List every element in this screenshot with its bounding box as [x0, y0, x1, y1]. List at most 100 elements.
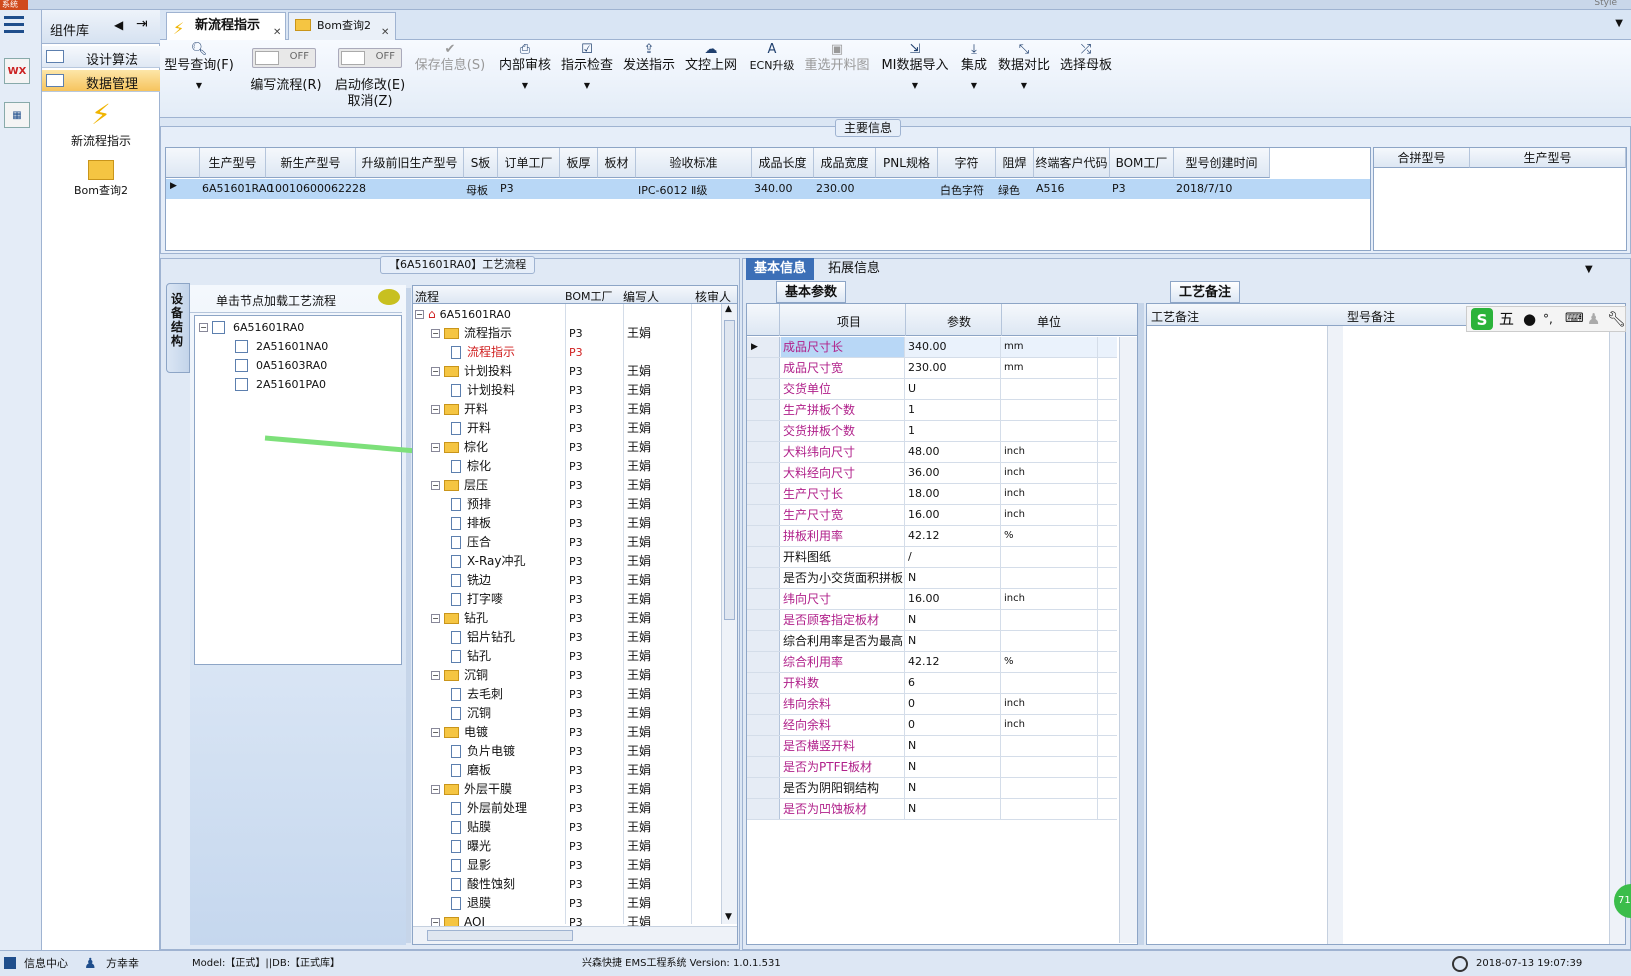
keyboard-icon[interactable]: ⌨ — [1565, 307, 1584, 331]
param-value[interactable]: N — [906, 757, 1001, 777]
process-node[interactable]: − 钻孔 — [431, 609, 488, 628]
param-value[interactable]: N — [906, 568, 1001, 588]
sogou-icon[interactable]: S — [1471, 308, 1493, 330]
param-row[interactable]: 是否为阴阳铜结构 N — [747, 778, 1117, 799]
param-value[interactable]: 1 — [906, 400, 1001, 420]
ecn-upgrade-button[interactable]: A ECN升级 — [744, 42, 800, 74]
process-node[interactable]: − 流程指示 — [431, 324, 512, 343]
process-node[interactable]: 退膜 — [451, 894, 491, 913]
bom-query-item[interactable]: Bom查询2 — [42, 156, 160, 198]
param-value[interactable]: 0 — [906, 715, 1001, 735]
main-info-row[interactable]: ▶ 6A51601RA0 10010600062228 母板 P3 IPC-6012 Ⅱ… — [166, 179, 1370, 199]
param-value[interactable]: 36.00 — [906, 463, 1001, 483]
process-node[interactable]: 负片电镀 — [451, 742, 515, 761]
param-value[interactable]: 6 — [906, 673, 1001, 693]
process-node[interactable]: X-Ray冲孔 — [451, 552, 525, 571]
process-node[interactable]: 排板 — [451, 514, 491, 533]
ime-mode[interactable]: 五 — [1499, 307, 1514, 331]
param-row[interactable]: 大料经向尺寸 36.00 inch — [747, 463, 1117, 484]
vertical-scrollbar[interactable]: ▲ ▼ — [721, 304, 737, 924]
process-root-node[interactable]: − ⌂ 6A51601RA0 — [415, 305, 511, 324]
tab-process-notes[interactable]: 工艺备注 — [1170, 281, 1241, 303]
param-row[interactable]: ▶ 成品尺寸长 340.00 mm — [747, 337, 1117, 358]
tab-extended-info[interactable]: 拓展信息 — [820, 258, 888, 280]
splitter[interactable] — [406, 288, 411, 943]
tab-basic-params[interactable]: 基本参数 — [776, 281, 847, 303]
param-value[interactable]: 230.00 — [906, 358, 1001, 378]
splitter[interactable] — [1138, 303, 1144, 945]
param-row[interactable]: 纬向尺寸 16.00 inch — [747, 589, 1117, 610]
process-node[interactable]: 开料 — [451, 419, 491, 438]
start-modify-toggle[interactable]: OFF — [338, 48, 402, 68]
param-value[interactable]: N — [906, 631, 1001, 651]
tab-new-flow[interactable]: ⚡ 新流程指示 ✕ — [166, 12, 286, 40]
process-node[interactable]: 流程指示 — [451, 343, 515, 362]
grid-icon[interactable] — [4, 957, 16, 969]
process-node[interactable]: 计划投料 — [451, 381, 515, 400]
process-node[interactable]: − 沉铜 — [431, 666, 488, 685]
chevron-down-icon[interactable]: ▼ — [1615, 18, 1623, 29]
param-value[interactable]: 16.00 — [906, 505, 1001, 525]
param-row[interactable]: 成品尺寸宽 230.00 mm — [747, 358, 1117, 379]
instruct-check-button[interactable]: ☑ 指示检查 ▼ — [558, 42, 616, 94]
pin-icon[interactable]: ⇥ — [136, 16, 148, 32]
internal-review-button[interactable]: ⎙ 内部审核 ▼ — [496, 42, 554, 94]
param-value[interactable]: 0 — [906, 694, 1001, 714]
param-value[interactable]: 42.12 — [906, 652, 1001, 672]
new-flow-item[interactable]: ⚡ 新流程指示 — [42, 98, 160, 149]
horizontal-scrollbar[interactable] — [413, 926, 737, 944]
chevron-down-icon[interactable]: ▼ — [1585, 264, 1593, 275]
param-row[interactable]: 交货拼板个数 1 — [747, 421, 1117, 442]
param-row[interactable]: 综合利用率是否为最高 N — [747, 631, 1117, 652]
write-flow-toggle[interactable]: OFF — [252, 48, 316, 68]
param-row[interactable]: 生产尺寸长 18.00 inch — [747, 484, 1117, 505]
param-value[interactable]: / — [906, 547, 1001, 567]
wrench-icon[interactable]: 🔧︎ — [1607, 307, 1626, 331]
info-center-link[interactable]: 信息中心 — [24, 951, 68, 976]
process-node[interactable]: − 电镀 — [431, 723, 488, 742]
model-query-button[interactable]: 🔍︎ 型号查询(F) ▼ — [164, 42, 234, 94]
process-node[interactable]: 压合 — [451, 533, 491, 552]
param-row[interactable]: 是否横竖开料 N — [747, 736, 1117, 757]
style-label[interactable]: Style — [1594, 0, 1617, 8]
device-structure-tab[interactable]: 设备结构 — [166, 283, 190, 373]
process-node[interactable]: 打字嘜 — [451, 590, 503, 609]
vertical-scrollbar[interactable] — [1327, 326, 1343, 944]
process-node[interactable]: 预排 — [451, 495, 491, 514]
param-value[interactable]: 16.00 — [906, 589, 1001, 609]
group-design-algorithm[interactable]: 设计算法 — [42, 46, 160, 68]
param-value[interactable]: 48.00 — [906, 442, 1001, 462]
tree-node[interactable]: 2A51601NA0 — [235, 337, 328, 356]
user-icon[interactable]: ♟ — [1587, 307, 1600, 331]
param-value[interactable]: N — [906, 610, 1001, 630]
param-row[interactable]: 是否为PTFE板材 N — [747, 757, 1117, 778]
param-value[interactable]: N — [906, 736, 1001, 756]
process-node[interactable]: − 外层干膜 — [431, 780, 512, 799]
param-row[interactable]: 是否为凹蚀板材 N — [747, 799, 1117, 820]
model-note-area[interactable] — [1343, 326, 1609, 944]
process-node[interactable]: 显影 — [451, 856, 491, 875]
process-node[interactable]: − 棕化 — [431, 438, 488, 457]
menu-icon[interactable] — [4, 16, 24, 33]
process-node[interactable]: 铣边 — [451, 571, 491, 590]
process-node[interactable]: 外层前处理 — [451, 799, 527, 818]
param-value[interactable]: 42.12 — [906, 526, 1001, 546]
vertical-scrollbar[interactable] — [1119, 337, 1137, 943]
integrate-button[interactable]: ⤓ 集成 ▼ — [954, 42, 994, 94]
param-value[interactable]: U — [906, 379, 1001, 399]
param-row[interactable]: 生产尺寸宽 16.00 inch — [747, 505, 1117, 526]
tree-node[interactable]: 2A51601PA0 — [235, 375, 326, 394]
param-row[interactable]: 经向余料 0 inch — [747, 715, 1117, 736]
calculator-icon[interactable]: ▦ — [4, 102, 30, 128]
select-mother-button[interactable]: ⤮ 选择母板 — [1056, 42, 1116, 74]
param-row[interactable]: 交货单位 U — [747, 379, 1117, 400]
process-node[interactable]: 曝光 — [451, 837, 491, 856]
param-row[interactable]: 纬向余料 0 inch — [747, 694, 1117, 715]
wx-app-icon[interactable]: WX — [4, 58, 30, 84]
param-value[interactable]: N — [906, 778, 1001, 798]
process-node[interactable]: − 计划投料 — [431, 362, 512, 381]
param-row[interactable]: 生产拼板个数 1 — [747, 400, 1117, 421]
moon-icon[interactable]: ● — [1523, 307, 1536, 331]
process-node[interactable]: 磨板 — [451, 761, 491, 780]
cancel-button[interactable]: 取消(Z) — [320, 90, 420, 109]
